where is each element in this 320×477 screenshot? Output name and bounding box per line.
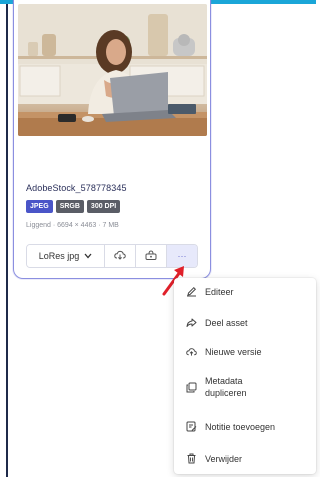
tag-format: JPEG xyxy=(26,200,53,213)
menu-item-label: Editeer xyxy=(205,287,234,297)
asset-thumbnail[interactable] xyxy=(18,4,207,136)
asset-tags: JPEG SRGB 300 DPI xyxy=(26,200,121,213)
menu-item-deel-asset[interactable]: Deel asset xyxy=(186,317,311,329)
menu-item-metadata-dupliceren[interactable]: Metadata dupliceren xyxy=(186,375,311,399)
menu-item-label: Notitie toevoegen xyxy=(205,422,276,432)
asset-filename: AdobeStock_578778345 xyxy=(26,183,127,193)
thumbnail-illustration xyxy=(18,4,207,136)
share-icon xyxy=(186,317,197,328)
menu-item-nieuwe-versie[interactable]: Nieuwe versie xyxy=(186,346,311,358)
chevron-down-icon xyxy=(84,251,92,261)
menu-item-editeer[interactable]: Editeer xyxy=(186,286,311,298)
pencil-icon xyxy=(186,286,197,297)
cloud-download-icon xyxy=(114,247,126,265)
menu-item-label: Deel asset xyxy=(205,318,248,328)
download-button[interactable] xyxy=(105,245,136,267)
share-box-icon xyxy=(145,247,157,265)
left-divider xyxy=(6,4,8,477)
trash-icon xyxy=(186,453,197,464)
menu-item-notitie-toevoegen[interactable]: Notitie toevoegen xyxy=(186,421,311,433)
menu-item-label: Verwijder xyxy=(205,454,243,464)
menu-item-label: Nieuwe versie xyxy=(205,347,262,357)
format-select-value: LoRes jpg xyxy=(38,251,80,261)
tag-resolution: 300 DPI xyxy=(86,200,121,213)
cloud-upload-icon xyxy=(186,346,197,357)
asset-meta: Liggend · 6694 × 4463 · 7 MB xyxy=(26,222,119,229)
asset-card[interactable]: AdobeStock_578778345 JPEG SRGB 300 DPI L… xyxy=(13,0,211,279)
format-select[interactable]: LoRes jpg xyxy=(27,245,105,267)
more-options-label: ··· xyxy=(177,251,187,261)
menu-item-verwijder[interactable]: Verwijder xyxy=(186,453,311,465)
duplicate-icon xyxy=(186,382,197,393)
context-menu: Editeer Deel asset Nieuwe versie Metadat… xyxy=(174,278,316,474)
note-icon xyxy=(186,421,197,432)
menu-item-label: Metadata dupliceren xyxy=(205,376,247,398)
tag-colorspace: SRGB xyxy=(55,200,84,213)
